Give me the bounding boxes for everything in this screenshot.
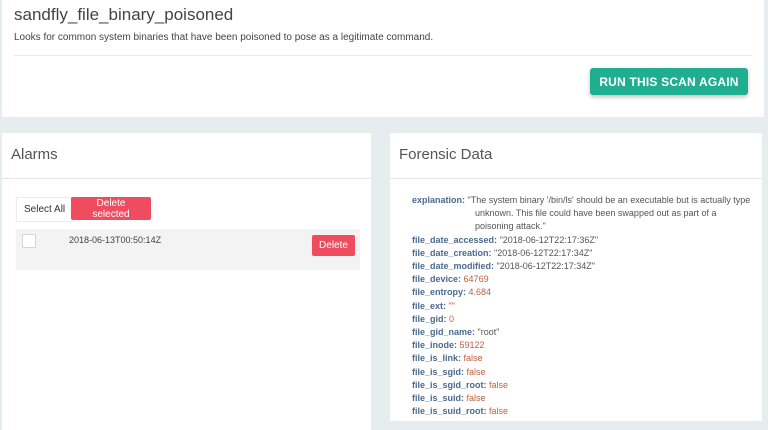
forensic-field: file_date_modified: "2018-06-12T22:17:34…	[412, 260, 752, 273]
field-value: false	[489, 379, 509, 390]
divider	[2, 178, 371, 179]
field-key: file_is_sgid:	[412, 366, 465, 377]
forensic-field: file_is_link: false	[412, 352, 752, 365]
scan-title: sandfly_file_binary_poisoned	[14, 5, 234, 24]
field-key: file_date_accessed:	[412, 234, 498, 245]
forensic-field-explanation: explanation: "The system binary '/bin/ls…	[412, 194, 752, 234]
field-key: file_gid_name:	[412, 327, 476, 338]
select-all-button[interactable]: Select All	[16, 197, 74, 222]
forensic-field: file_date_creation: "2018-06-12T22:17:34…	[412, 247, 752, 260]
forensic-field: file_gid_name: "root"	[412, 326, 752, 339]
field-value: "2018-06-12T22:17:34Z"	[496, 261, 595, 272]
forensic-field: file_device: 64769	[412, 273, 752, 286]
scan-header-card: sandfly_file_binary_poisoned Looks for c…	[2, 0, 764, 117]
forensic-field: file_date_accessed: "2018-06-12T22:17:36…	[412, 234, 752, 247]
field-key: file_is_suid:	[412, 393, 465, 404]
forensic-field: file_is_suid: false	[412, 392, 752, 405]
forensic-field: file_ext: ""	[412, 300, 752, 313]
field-value: "The system binary '/bin/ls' should be a…	[467, 195, 751, 232]
field-key: file_device:	[412, 274, 462, 285]
forensic-field: file_is_suid_root: false	[412, 405, 752, 418]
forensic-field: file_is_sgid: false	[412, 366, 752, 379]
field-value: 0	[449, 313, 455, 324]
field-key: file_ext:	[412, 300, 447, 311]
field-value: false	[466, 366, 486, 377]
forensic-field: file_is_sgid_root: false	[412, 379, 752, 392]
alarm-row[interactable]: 2018-06-13T00:50:14Z Delete	[16, 229, 360, 270]
field-key: file_inode:	[412, 340, 458, 351]
divider	[14, 55, 752, 56]
field-value: ""	[448, 300, 455, 311]
field-value: false	[463, 353, 483, 364]
alarm-delete-button[interactable]: Delete	[312, 235, 355, 256]
field-value: "2018-06-12T22:17:34Z"	[494, 247, 593, 258]
field-value: 59122	[459, 340, 485, 351]
field-value: 64769	[463, 274, 489, 285]
forensic-field: file_gid: 0	[412, 313, 752, 326]
alarms-panel: Alarms Select All Delete selected 2018-0…	[2, 133, 371, 430]
alarm-checkbox[interactable]	[22, 234, 36, 248]
field-key: file_entropy:	[412, 287, 467, 298]
field-key: file_gid:	[412, 313, 447, 324]
field-key: file_is_link:	[412, 353, 462, 364]
field-key: file_date_creation:	[412, 247, 492, 258]
forensic-field: file_inode: 59122	[412, 339, 752, 352]
run-scan-again-button[interactable]: RUN THIS SCAN AGAIN	[590, 68, 748, 95]
field-key: explanation:	[412, 195, 466, 205]
scan-description: Looks for common system binaries that ha…	[14, 32, 434, 43]
forensic-title: Forensic Data	[399, 146, 493, 163]
alarm-timestamp[interactable]: 2018-06-13T00:50:14Z	[69, 235, 161, 245]
delete-selected-button[interactable]: Delete selected	[71, 197, 151, 220]
field-value: 4.684	[468, 287, 492, 298]
forensic-field: file_entropy: 4.684	[412, 286, 752, 299]
divider	[390, 178, 762, 179]
field-value: "2018-06-12T22:17:36Z"	[499, 234, 599, 245]
forensic-panel: Forensic Data explanation: "The system b…	[390, 133, 762, 421]
field-value: false	[489, 406, 509, 417]
field-key: file_is_suid_root:	[412, 406, 487, 417]
forensic-data-list: explanation: "The system binary '/bin/ls…	[412, 194, 752, 418]
field-value: "root"	[477, 327, 500, 338]
alarms-title: Alarms	[11, 146, 58, 163]
field-value: false	[466, 393, 486, 404]
field-key: file_is_sgid_root:	[412, 379, 487, 390]
field-key: file_date_modified:	[412, 261, 495, 272]
